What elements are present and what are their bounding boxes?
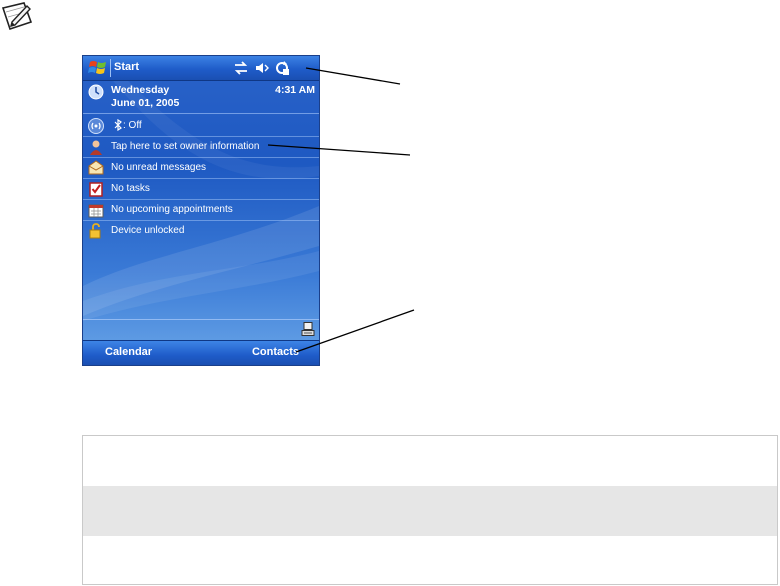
lock-status-label: Device unlocked — [111, 225, 185, 236]
envelope-icon — [88, 160, 104, 175]
owner-icon — [90, 140, 102, 155]
today-screen: Start Wednesday June 01, 2005 4:31 AM: … — [82, 55, 320, 366]
softkey-bar: Calendar Contacts — [83, 340, 319, 365]
today-item-bluetooth[interactable]: : Off — [83, 116, 319, 137]
today-item-owner[interactable]: Tap here to set owner information — [83, 137, 319, 158]
legend-row — [83, 486, 777, 536]
sync-icon[interactable] — [274, 60, 290, 76]
note-pencil-icon — [1, 2, 33, 31]
legend-row — [83, 436, 777, 486]
taskbar: Start — [83, 56, 319, 81]
today-item-appointments[interactable]: No upcoming appointments — [83, 200, 319, 221]
tasks-label: No tasks — [111, 183, 150, 194]
appointments-label: No upcoming appointments — [111, 204, 233, 215]
callout-line-taskbar — [305, 67, 401, 85]
keyboard-input-icon[interactable] — [301, 322, 315, 336]
padlock-icon — [89, 223, 101, 239]
messages-label: No unread messages — [111, 162, 207, 173]
today-item-messages[interactable]: No unread messages — [83, 158, 319, 179]
today-item-tasks[interactable]: No tasks — [83, 179, 319, 200]
date-label: June 01, 2005 — [111, 97, 180, 109]
time-label: 4:31 AM — [275, 84, 315, 96]
start-menu-label[interactable]: Start — [114, 61, 139, 73]
windows-flag-icon[interactable] — [88, 59, 108, 77]
speaker-icon[interactable] — [254, 60, 270, 76]
connectivity-icon[interactable] — [233, 60, 249, 76]
owner-info-label: Tap here to set owner information — [111, 141, 260, 152]
clock-icon — [88, 84, 104, 100]
calendar-icon — [88, 204, 104, 218]
taskbar-separator — [110, 59, 111, 77]
legend-row — [83, 536, 777, 586]
legend-table — [82, 435, 778, 585]
day-label: Wednesday — [111, 84, 170, 96]
date-row[interactable]: Wednesday June 01, 2005 4:31 AM — [83, 81, 319, 114]
contacts-softkey[interactable]: Contacts — [252, 346, 299, 358]
bottom-divider — [83, 319, 319, 320]
bluetooth-status-label: : Off — [123, 120, 142, 131]
tasks-icon — [89, 182, 103, 197]
calendar-softkey[interactable]: Calendar — [105, 346, 152, 358]
bluetooth-icon — [114, 119, 122, 131]
today-item-lock[interactable]: Device unlocked — [83, 221, 319, 241]
wireless-icon — [88, 118, 104, 134]
